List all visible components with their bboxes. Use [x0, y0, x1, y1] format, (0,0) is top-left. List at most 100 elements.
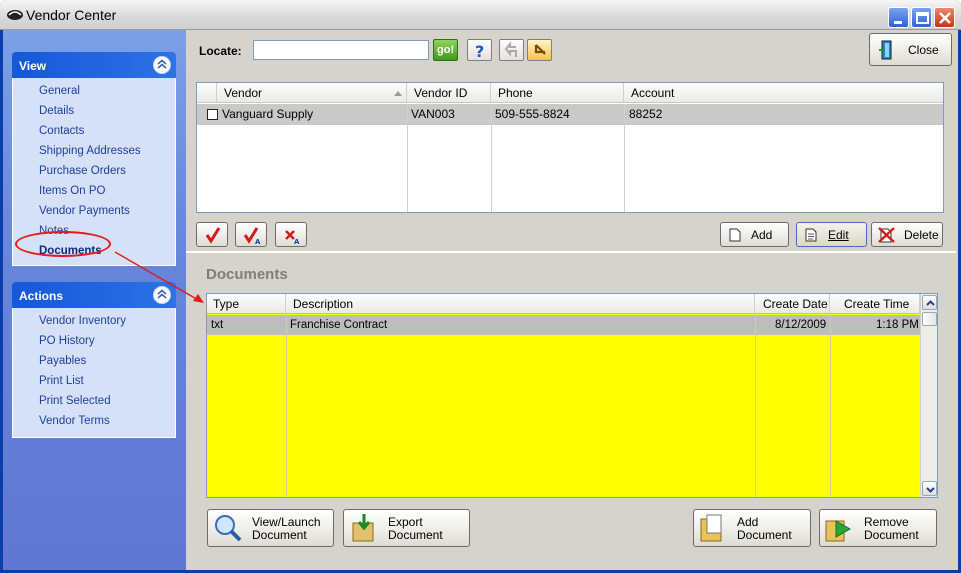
- vendor-header-phone[interactable]: Phone: [491, 83, 624, 103]
- maximize-button[interactable]: [911, 7, 932, 28]
- actions-group-title: Actions: [19, 289, 64, 303]
- view-item-vendor-payments[interactable]: Vendor Payments: [39, 205, 130, 217]
- add-document-button[interactable]: Add Document: [693, 509, 811, 547]
- type-column-label: Type: [213, 297, 240, 311]
- action-po-history[interactable]: PO History: [39, 335, 95, 347]
- close-window-button[interactable]: [934, 7, 955, 28]
- column-divider: [286, 314, 287, 497]
- uncheck-all-icon: A: [285, 230, 300, 246]
- add-folder-icon: [700, 514, 722, 542]
- back-arrow-icon: [504, 41, 517, 57]
- view-item-items-on-po[interactable]: Items On PO: [39, 185, 105, 197]
- uncheck-all-button[interactable]: A: [275, 222, 307, 247]
- back-button[interactable]: [499, 39, 524, 61]
- new-document-icon: [729, 228, 741, 242]
- vendor-table: Vendor Vendor ID Phone Account Vanguard …: [196, 82, 944, 213]
- minimize-button[interactable]: [888, 7, 909, 28]
- action-print-selected[interactable]: Print Selected: [39, 395, 111, 407]
- undo-button[interactable]: [527, 39, 552, 61]
- doc-header-create-time[interactable]: Create Time: [830, 294, 920, 314]
- scroll-up-button[interactable]: [922, 295, 937, 310]
- view-item-purchase-orders[interactable]: Purchase Orders: [39, 165, 126, 177]
- go-button[interactable]: go!: [433, 39, 458, 61]
- magnifier-icon: [215, 515, 242, 542]
- export-line2: Document: [388, 528, 443, 542]
- table-row[interactable]: txt Franchise Contract 8/12/2009 1:18 PM: [207, 315, 920, 335]
- action-vendor-inventory[interactable]: Vendor Inventory: [39, 315, 126, 327]
- documents-title: Documents: [206, 266, 288, 283]
- undo-arrow-icon: [534, 44, 546, 55]
- close-label: Close: [908, 43, 939, 57]
- close-button[interactable]: Close: [869, 33, 952, 66]
- action-print-list[interactable]: Print List: [39, 375, 84, 387]
- action-vendor-terms[interactable]: Vendor Terms: [39, 415, 110, 427]
- export-folder-icon: [352, 514, 374, 542]
- doc-type-cell: txt: [211, 319, 224, 331]
- chevron-up-icon: [157, 289, 167, 299]
- column-divider: [755, 314, 756, 497]
- edit-document-icon: [805, 228, 817, 242]
- phone-cell: 509-555-8824: [495, 107, 570, 121]
- vendor-header-vendor[interactable]: Vendor: [217, 83, 407, 103]
- title-bar: Vendor Center: [0, 0, 961, 30]
- view-collapse-button[interactable]: [153, 56, 171, 74]
- question-icon: ?: [475, 42, 484, 61]
- view-group-header[interactable]: View: [12, 52, 176, 78]
- remove-line2: Document: [864, 528, 919, 542]
- scroll-down-button[interactable]: [922, 481, 937, 496]
- delete-label: Delete: [904, 228, 939, 242]
- view-item-shipping-addresses[interactable]: Shipping Addresses: [39, 145, 141, 157]
- check-selected-button[interactable]: [196, 222, 228, 247]
- vertical-scrollbar[interactable]: [920, 294, 937, 497]
- vendor-name-cell: Vanguard Supply: [222, 107, 314, 121]
- action-payables[interactable]: Payables: [39, 355, 86, 367]
- view-group-title: View: [19, 59, 47, 73]
- view-item-details[interactable]: Details: [39, 105, 74, 117]
- doc-description-cell: Franchise Contract: [290, 319, 388, 331]
- help-button[interactable]: ?: [467, 39, 492, 61]
- app-icon: [7, 10, 23, 20]
- locate-label: Locate:: [199, 44, 242, 58]
- client-area: View General Details Contacts Shipping A…: [3, 30, 958, 570]
- documents-highlight-ellipse: [15, 231, 111, 257]
- export-document-button[interactable]: Export Document: [343, 509, 470, 547]
- actions-group-body: Vendor Inventory PO History Payables Pri…: [12, 308, 176, 438]
- vendor-header-account[interactable]: Account: [624, 83, 943, 103]
- vendor-id-column-label: Vendor ID: [414, 86, 468, 100]
- svg-text:A: A: [294, 238, 300, 246]
- column-divider: [407, 104, 408, 212]
- go-label: go!: [437, 44, 455, 56]
- delete-vendor-button[interactable]: Delete: [871, 222, 943, 247]
- view-item-general[interactable]: General: [39, 85, 80, 97]
- chevron-up-icon: [926, 300, 935, 306]
- actions-group-header[interactable]: Actions: [12, 282, 176, 308]
- check-all-button[interactable]: A: [235, 222, 267, 247]
- add-vendor-button[interactable]: Add: [720, 222, 789, 247]
- doc-create-date-cell: 8/12/2009: [775, 319, 827, 331]
- doc-header-type[interactable]: Type: [207, 294, 286, 314]
- add-label: Add: [751, 228, 773, 242]
- actions-collapse-button[interactable]: [153, 286, 171, 304]
- doc-header-create-date[interactable]: Create Date: [755, 294, 830, 314]
- view-item-contacts[interactable]: Contacts: [39, 125, 84, 137]
- remove-document-button[interactable]: Remove Document: [819, 509, 937, 547]
- view-launch-document-button[interactable]: View/Launch Document: [207, 509, 334, 547]
- row-checkbox[interactable]: [207, 109, 218, 120]
- edit-vendor-button[interactable]: Edit: [796, 222, 867, 247]
- view-launch-line2: Document: [252, 528, 307, 542]
- locate-input[interactable]: [253, 40, 429, 60]
- vendor-header-vendor-id[interactable]: Vendor ID: [407, 83, 491, 103]
- documents-table: Type Description Create Date Create Time…: [206, 293, 938, 498]
- check-icon: [205, 227, 221, 244]
- scroll-thumb[interactable]: [922, 312, 937, 326]
- column-divider: [491, 104, 492, 212]
- create-time-column-label: Create Time: [844, 297, 910, 311]
- column-divider: [624, 104, 625, 212]
- table-row[interactable]: Vanguard Supply VAN003 509-555-8824 8825…: [197, 104, 943, 125]
- vendor-column-label: Vendor: [224, 86, 263, 100]
- doc-header-description[interactable]: Description: [286, 294, 755, 314]
- remove-folder-icon: [825, 520, 852, 542]
- phone-column-label: Phone: [498, 86, 533, 100]
- door-exit-icon: [879, 40, 892, 60]
- window-title: Vendor Center: [26, 7, 117, 23]
